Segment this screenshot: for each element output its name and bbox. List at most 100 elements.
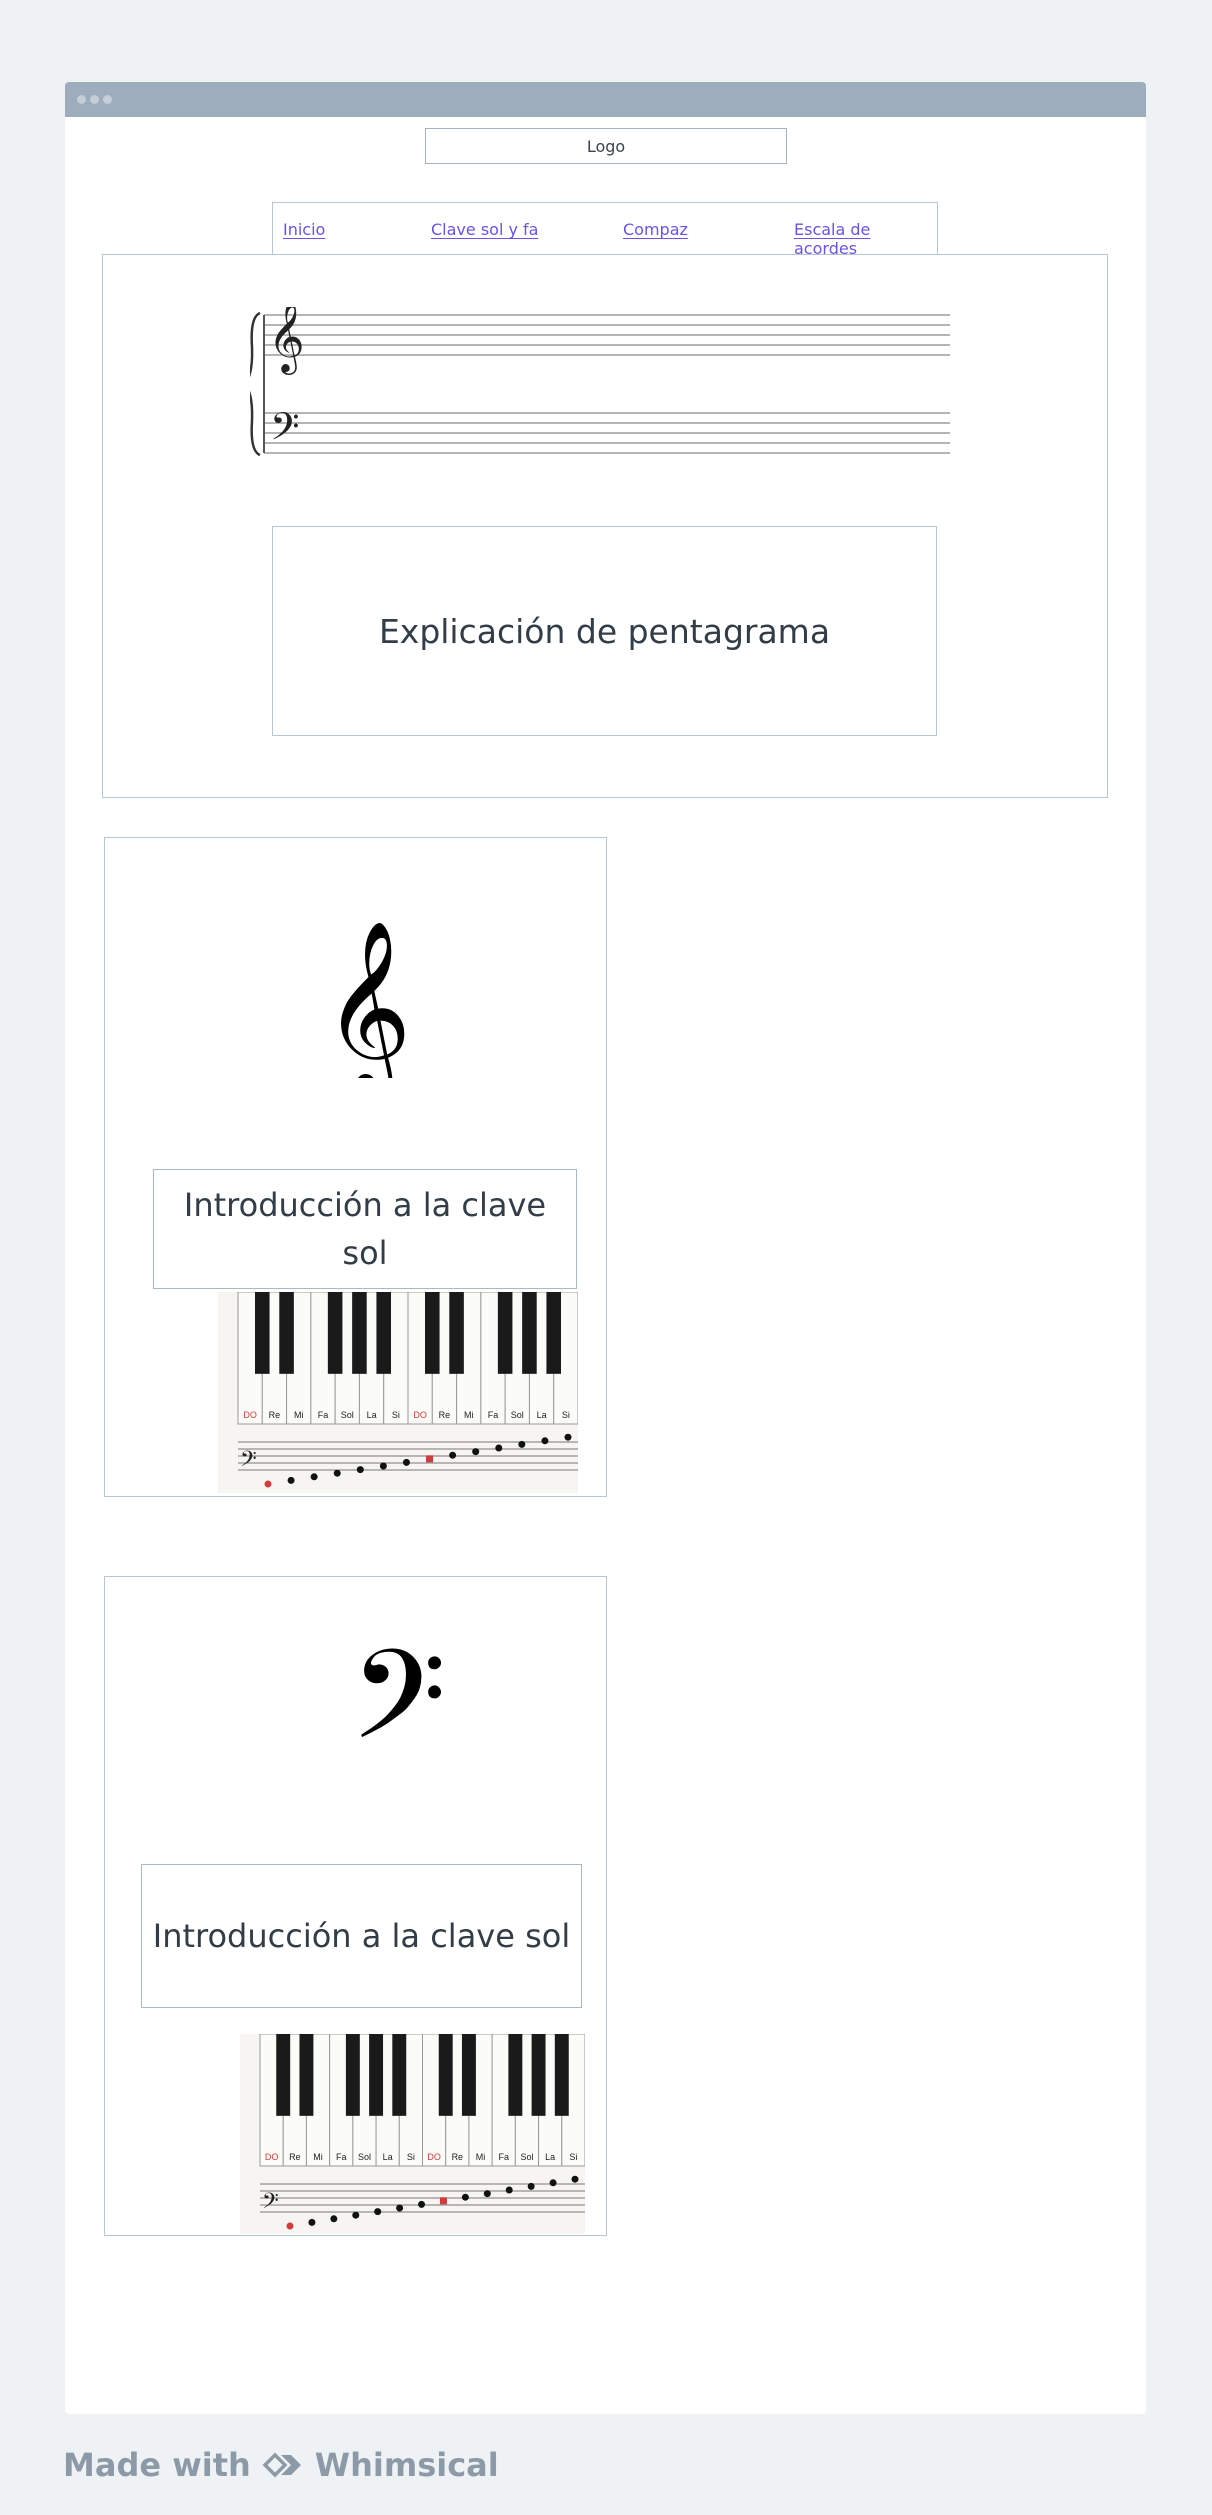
- made-with-whimsical-footer[interactable]: Made with Whimsical: [63, 2445, 499, 2485]
- staff-note: [418, 2200, 426, 2208]
- key-label: La: [545, 2152, 555, 2162]
- keyboard-chart-image: DO Re Mi Fa Sol La Si DO Re Mi Fa Sol La Si 𝄢: [218, 1291, 579, 1493]
- staff-note: [330, 2215, 338, 2223]
- black-key: [531, 2034, 546, 2116]
- key-label: Mi: [476, 2152, 486, 2162]
- window-titlebar: [65, 82, 1146, 117]
- staff-note: [287, 1476, 295, 1484]
- key-label: Fa: [318, 1410, 329, 1420]
- bass-clef-intro-title: Introducción a la clave sol: [152, 1917, 571, 1955]
- nav-item-clave-sol-fa[interactable]: Clave sol y fa: [431, 220, 538, 239]
- black-key: [299, 2034, 314, 2116]
- staff-note: [333, 1469, 341, 1477]
- black-key: [438, 2034, 453, 2116]
- bass-clef-icon: 𝄢: [270, 404, 300, 458]
- staff-note: [402, 1458, 410, 1466]
- staff-note: [483, 2190, 491, 2198]
- key-label: Re: [439, 1410, 451, 1420]
- staff-note: [374, 2208, 382, 2216]
- staff-note: [308, 2218, 316, 2226]
- staff-note: [495, 1444, 503, 1452]
- black-key: [276, 2034, 291, 2116]
- key-label: DO: [243, 1410, 257, 1420]
- made-with-text: Made with: [63, 2446, 251, 2484]
- svg-text:𝄢: 𝄢: [262, 2189, 279, 2219]
- key-label: Re: [289, 2152, 301, 2162]
- staff-note: [518, 1440, 526, 1448]
- key-label: Mi: [313, 2152, 323, 2162]
- black-key: [546, 1292, 561, 1374]
- black-key: [392, 2034, 407, 2116]
- window-dot-icon: [103, 95, 112, 104]
- nav-item-escala-acordes[interactable]: Escala de acordes: [794, 220, 937, 258]
- treble-clef-intro-title: Introducción a la clave sol: [183, 1186, 547, 1272]
- key-label: Fa: [336, 2152, 347, 2162]
- black-key: [376, 1292, 391, 1374]
- black-key: [522, 1292, 537, 1374]
- brace-icon: [250, 311, 261, 457]
- staff-note: [461, 2193, 469, 2201]
- grand-staff-image: 𝄞 𝄢: [250, 307, 950, 458]
- black-key: [425, 1292, 440, 1374]
- staff-note: [426, 1455, 434, 1463]
- staff-note: [439, 2197, 447, 2205]
- staff-note: [449, 1451, 457, 1459]
- black-key: [352, 1292, 367, 1374]
- black-key: [255, 1292, 270, 1374]
- bass-clef-icon: 𝄢: [350, 1637, 446, 1787]
- svg-text:𝄢: 𝄢: [350, 1637, 446, 1787]
- treble-clef-intro-box: Introducción a la clave sol: [153, 1169, 577, 1289]
- key-label: Re: [269, 1410, 281, 1420]
- key-label: Sol: [511, 1410, 524, 1420]
- treble-clef-icon: 𝄞: [323, 920, 412, 1078]
- staff-note: [472, 1448, 480, 1456]
- staff-note: [564, 1433, 572, 1441]
- key-label: Fa: [488, 1410, 499, 1420]
- treble-clef-icon: 𝄞: [268, 307, 305, 375]
- key-label: Si: [569, 2152, 577, 2162]
- key-label: La: [383, 2152, 393, 2162]
- staff-note: [571, 2175, 579, 2183]
- logo-label: Logo: [586, 136, 626, 156]
- key-label: Sol: [358, 2152, 371, 2162]
- staff-note: [549, 2179, 557, 2187]
- nav-item-inicio[interactable]: Inicio: [283, 220, 325, 239]
- key-label: La: [367, 1410, 377, 1420]
- svg-text:𝄢: 𝄢: [240, 1447, 257, 1477]
- key-label: Sol: [341, 1410, 354, 1420]
- black-key: [345, 2034, 360, 2116]
- key-label: Mi: [294, 1410, 304, 1420]
- key-label: DO: [265, 2152, 279, 2162]
- bass-clef-intro-box: Introducción a la clave sol: [141, 1864, 582, 2008]
- staff-note: [286, 2222, 294, 2230]
- keyboard-chart-svg: DO Re Mi Fa Sol La Si DO Re Mi Fa Sol La Si 𝄢: [240, 2033, 586, 2234]
- key-label: DO: [413, 1410, 427, 1420]
- staff-note: [396, 2204, 404, 2212]
- black-key: [369, 2034, 384, 2116]
- staff-note: [356, 1466, 364, 1474]
- keyboard-chart-image: DO Re Mi Fa Sol La Si DO Re Mi Fa Sol La Si 𝄢: [240, 2033, 586, 2234]
- key-label: Si: [407, 2152, 415, 2162]
- staff-explanation-text: Explicación de pentagrama: [378, 611, 831, 651]
- keyboard-chart-svg: DO Re Mi Fa Sol La Si DO Re Mi Fa Sol La Si 𝄢: [218, 1291, 579, 1493]
- staff-note: [379, 1462, 387, 1470]
- staff-note: [264, 1480, 272, 1488]
- whimsical-brand-text: Whimsical: [314, 2446, 499, 2484]
- black-key: [279, 1292, 294, 1374]
- black-key: [327, 1292, 343, 1374]
- window-dot-icon: [77, 95, 86, 104]
- svg-text:𝄞: 𝄞: [323, 920, 412, 1078]
- browser-window: Logo Inicio Clave sol y fa Compaz Escala…: [65, 82, 1146, 2414]
- black-key: [554, 2034, 569, 2116]
- black-key: [449, 1292, 464, 1374]
- whimsical-logo-icon: [262, 2452, 301, 2478]
- logo-placeholder[interactable]: Logo: [425, 128, 787, 164]
- black-key: [497, 1292, 513, 1374]
- key-label: La: [537, 1410, 547, 1420]
- key-label: DO: [427, 2152, 441, 2162]
- nav-item-compaz[interactable]: Compaz: [623, 220, 688, 239]
- key-label: Mi: [464, 1410, 474, 1420]
- staff-note: [541, 1437, 549, 1445]
- key-label: Si: [562, 1410, 570, 1420]
- black-key: [461, 2034, 476, 2116]
